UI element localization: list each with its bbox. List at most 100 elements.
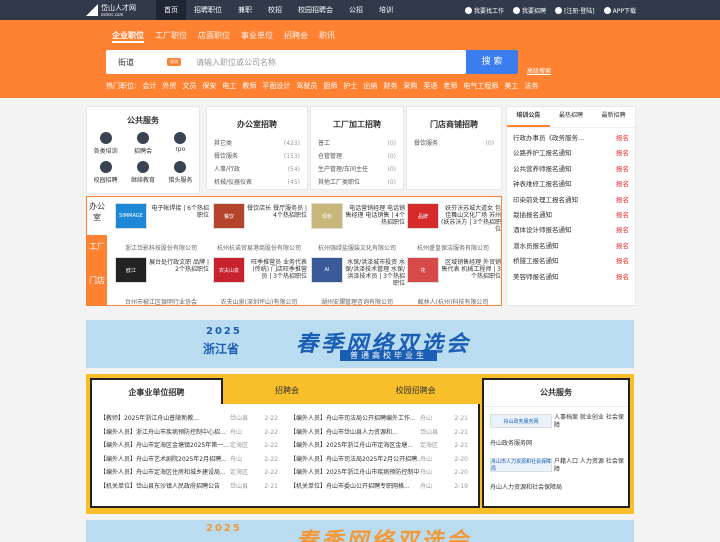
notice-item[interactable]: 潜水员报名通知 报名 bbox=[507, 239, 635, 254]
spring-fair-banner[interactable]: 2025 浙江省 春季网络双选会 普通高校毕业生 bbox=[86, 320, 634, 368]
hot-job-link[interactable]: 电工 bbox=[222, 81, 236, 91]
posting-row[interactable]: 【机关单位】岱山县东沙镇人民政府招聘公告 岱山县 2-21 bbox=[100, 480, 278, 494]
nav-item-training[interactable]: 培训 bbox=[371, 0, 401, 20]
category-row[interactable]: 机械/仪器仪表 (45) bbox=[207, 176, 307, 189]
signup-link[interactable]: 报名 bbox=[616, 177, 629, 192]
hot-job-link[interactable]: 财务 bbox=[383, 81, 397, 91]
hot-job-link[interactable]: 厨师 bbox=[323, 81, 337, 91]
nav-item-home[interactable]: 首页 bbox=[156, 0, 186, 20]
hot-job-link[interactable]: 出纳 bbox=[363, 81, 377, 91]
service-rpo[interactable]: rpo bbox=[162, 132, 199, 155]
company-card[interactable]: 餐饮 餐饮店长 餐厅服务员 | 4个热招职位 杭州杭诺贸易港商股份有限公司 bbox=[211, 201, 307, 253]
category-row[interactable]: 仓管管理 (0) bbox=[311, 150, 403, 163]
notice-item[interactable]: 酒体设计师报名通知 报名 bbox=[507, 223, 635, 238]
tab-job-fair[interactable]: 招聘会 bbox=[223, 378, 352, 406]
advanced-search-link[interactable]: 高级搜索 bbox=[527, 66, 551, 75]
company-card[interactable]: 花区域销售经理 外贸销售代表 机械工程师 | 3个热招职位 截林人(杭州)科技有限… bbox=[405, 255, 501, 307]
signup-link[interactable]: 报名 bbox=[616, 131, 629, 146]
notice-item[interactable]: 行政办事员《政务服务... 报名 bbox=[507, 131, 635, 146]
tab-training-notice[interactable]: 培训公告 bbox=[507, 107, 550, 127]
tab-new-recruit[interactable]: 最新招聘 bbox=[592, 107, 635, 127]
posting-row[interactable]: 【编外人员】舟山市定海区金塘镇2025年第一... 定海区 2-22 bbox=[100, 439, 278, 453]
search-tab-institution[interactable]: 事业单位 bbox=[241, 30, 273, 43]
category-row[interactable]: 其他工厂类职位 (0) bbox=[311, 176, 403, 189]
search-tab-news[interactable]: 职讯 bbox=[319, 30, 335, 43]
change-city-button[interactable]: 更改 bbox=[167, 58, 181, 66]
signup-link[interactable]: 报名 bbox=[616, 254, 629, 269]
service-campus[interactable]: 校园招聘 bbox=[87, 161, 124, 184]
category-row[interactable]: 餐饮服务 (153) bbox=[207, 150, 307, 163]
company-card[interactable]: 农夫山泉 旺季推营员 业务代表 (传统) 门店旺季推营员 | 3个热招职位 农夫山泉… bbox=[211, 255, 307, 307]
posting-row[interactable]: 【编外人员】2025年浙江舟山市定海区金塘... 定海区 2-21 bbox=[290, 439, 468, 453]
recruit-link[interactable]: 我要招聘 bbox=[513, 6, 546, 15]
hot-job-link[interactable]: 护士 bbox=[343, 81, 357, 91]
search-tab-shop[interactable]: 店面职位 bbox=[198, 30, 230, 43]
posting-row[interactable]: 【编外人员】舟山市司法局2025年2月公开招聘... 舟山 2-20 bbox=[290, 453, 468, 467]
feature-tab-office[interactable]: 办公室 bbox=[87, 197, 107, 235]
search-tab-enterprise[interactable]: 企业职位 bbox=[112, 30, 144, 43]
notice-item[interactable]: 公共营养师报名通知 报名 bbox=[507, 162, 635, 177]
hot-job-link[interactable]: 采购 bbox=[403, 81, 417, 91]
service-job-fair[interactable]: 招聘会 bbox=[124, 132, 161, 155]
app-download-link[interactable]: APP下载 bbox=[603, 6, 636, 15]
service-training[interactable]: 各类培训 bbox=[87, 132, 124, 155]
hot-job-link[interactable]: 驾驶员 bbox=[296, 81, 317, 91]
hot-job-link[interactable]: 英语 bbox=[423, 81, 437, 91]
category-row[interactable]: 餐饮服务 (0) bbox=[407, 137, 501, 150]
notice-item[interactable]: 栽插报名通知 报名 bbox=[507, 208, 635, 223]
hot-job-link[interactable]: 法务 bbox=[524, 81, 538, 91]
tab-enterprise-recruit[interactable]: 企事业单位招聘 bbox=[90, 378, 223, 406]
nav-item-parttime[interactable]: 兼职 bbox=[230, 0, 260, 20]
search-button[interactable]: 搜 索 bbox=[466, 50, 518, 74]
company-card[interactable]: 绿色 电话营销经理 电话销售经理 电话销售 | 4个热招职位 杭州强绿盐服装文化有限… bbox=[309, 201, 405, 253]
company-card[interactable]: 欧江 展台处行政文职 品牌 | 2个热招职位 台州市椒江区银明行业协会 bbox=[113, 255, 209, 307]
posting-row[interactable]: 【编外人员】2025年浙江舟山市疾病预防控制中... 舟山 2-20 bbox=[290, 466, 468, 480]
signup-link[interactable]: 报名 bbox=[616, 223, 629, 238]
search-input[interactable]: 请输入职位或公司名称 bbox=[196, 57, 276, 68]
feature-tab-factory[interactable]: 工厂 bbox=[87, 235, 107, 269]
company-card[interactable]: SIMMAGE 电子帐焊接 | 6个热招职位 浙江岱影科技股份有限公司 bbox=[113, 201, 209, 253]
posting-row[interactable]: 【机关单位】舟山市委山公开招聘专职网格... 舟山 2-19 bbox=[290, 480, 468, 494]
hot-job-link[interactable]: 电气工程师 bbox=[463, 81, 498, 91]
hot-job-link[interactable]: 教师 bbox=[242, 81, 256, 91]
search-tab-factory[interactable]: 工厂职位 bbox=[155, 30, 187, 43]
hot-job-link[interactable]: 老师 bbox=[443, 81, 457, 91]
city-select[interactable]: 街道 bbox=[118, 57, 134, 68]
category-row[interactable]: 其它类 (423) bbox=[207, 137, 307, 150]
hot-job-link[interactable]: 美工 bbox=[504, 81, 518, 91]
posting-row[interactable]: 【编外人员】舟山市司法局公开招聘编外工作... 舟山 2-21 bbox=[290, 412, 468, 426]
hot-job-link[interactable]: 外贸 bbox=[162, 81, 176, 91]
search-tab-fair[interactable]: 招聘会 bbox=[284, 30, 308, 43]
nav-item-jobs[interactable]: 招聘职位 bbox=[186, 0, 230, 20]
feature-tab-shop[interactable]: 门店 bbox=[87, 269, 107, 305]
company-card[interactable]: AI 水保/洪泽城市投资 水保/洪泽技术管理 水保/洪泽技术员 | 3个热招职位湖… bbox=[309, 255, 405, 307]
spring-fair-banner-2[interactable]: 2025 春季网络双选会 bbox=[86, 520, 634, 542]
tab-hot-recruit[interactable]: 最热招聘 bbox=[550, 107, 593, 127]
posting-row[interactable]: 【编外人员】舟山市艺术剧院2025年2月招聘... 舟山 2-22 bbox=[100, 453, 278, 467]
posting-row[interactable]: 【编外人员】舟山市定海区住房和城乡建设局... 定海区 2-22 bbox=[100, 466, 278, 480]
nav-item-campus[interactable]: 校招 bbox=[260, 0, 290, 20]
posting-row[interactable]: 【编外人员】浙江舟山市疾病预防控制中心招... 舟山 2-22 bbox=[100, 426, 278, 440]
find-job-link[interactable]: 我要找工作 bbox=[465, 6, 504, 15]
signup-link[interactable]: 报名 bbox=[616, 270, 629, 285]
notice-item[interactable]: 印染前处理工报名通知 报名 bbox=[507, 193, 635, 208]
signup-link[interactable]: 报名 bbox=[616, 193, 629, 208]
nav-item-public-recruit[interactable]: 公招 bbox=[341, 0, 371, 20]
notice-item[interactable]: 钟表维修工报名通知 报名 bbox=[507, 177, 635, 192]
category-row[interactable]: 生产管理/车间主任 (0) bbox=[311, 163, 403, 176]
signup-link[interactable]: 报名 bbox=[616, 162, 629, 177]
notice-item[interactable]: 桥隧工报名通知 报名 bbox=[507, 254, 635, 269]
posting-row[interactable]: 【编外人员】舟山市岱山县人力资源和... 岱山县 2-21 bbox=[290, 426, 468, 440]
service-education[interactable]: 继续教育 bbox=[124, 161, 161, 184]
hot-job-link[interactable]: 文员 bbox=[182, 81, 196, 91]
signup-link[interactable]: 报名 bbox=[616, 208, 629, 223]
posting-row[interactable]: 【教师】2025年浙江舟山普陵新教... 岱山县 2-22 bbox=[100, 412, 278, 426]
company-card[interactable]: 品牌 妖芬沃苏城大道女 包佳舞山文化厂场 苏州(妖苏沃方 | 3个热招职位 杭州盛皇… bbox=[405, 201, 501, 253]
login-link[interactable]: [注册·登陆] bbox=[555, 6, 595, 15]
notice-item[interactable]: 公路养护工报名通知 报名 bbox=[507, 146, 635, 161]
signup-link[interactable]: 报名 bbox=[616, 146, 629, 161]
site-logo[interactable]: 岱山人才网 zsdsrc.com bbox=[86, 3, 146, 17]
service-headhunter[interactable]: 猎头服务 bbox=[162, 161, 199, 184]
signup-link[interactable]: 报名 bbox=[616, 239, 629, 254]
hot-job-link[interactable]: 平面设计 bbox=[262, 81, 290, 91]
